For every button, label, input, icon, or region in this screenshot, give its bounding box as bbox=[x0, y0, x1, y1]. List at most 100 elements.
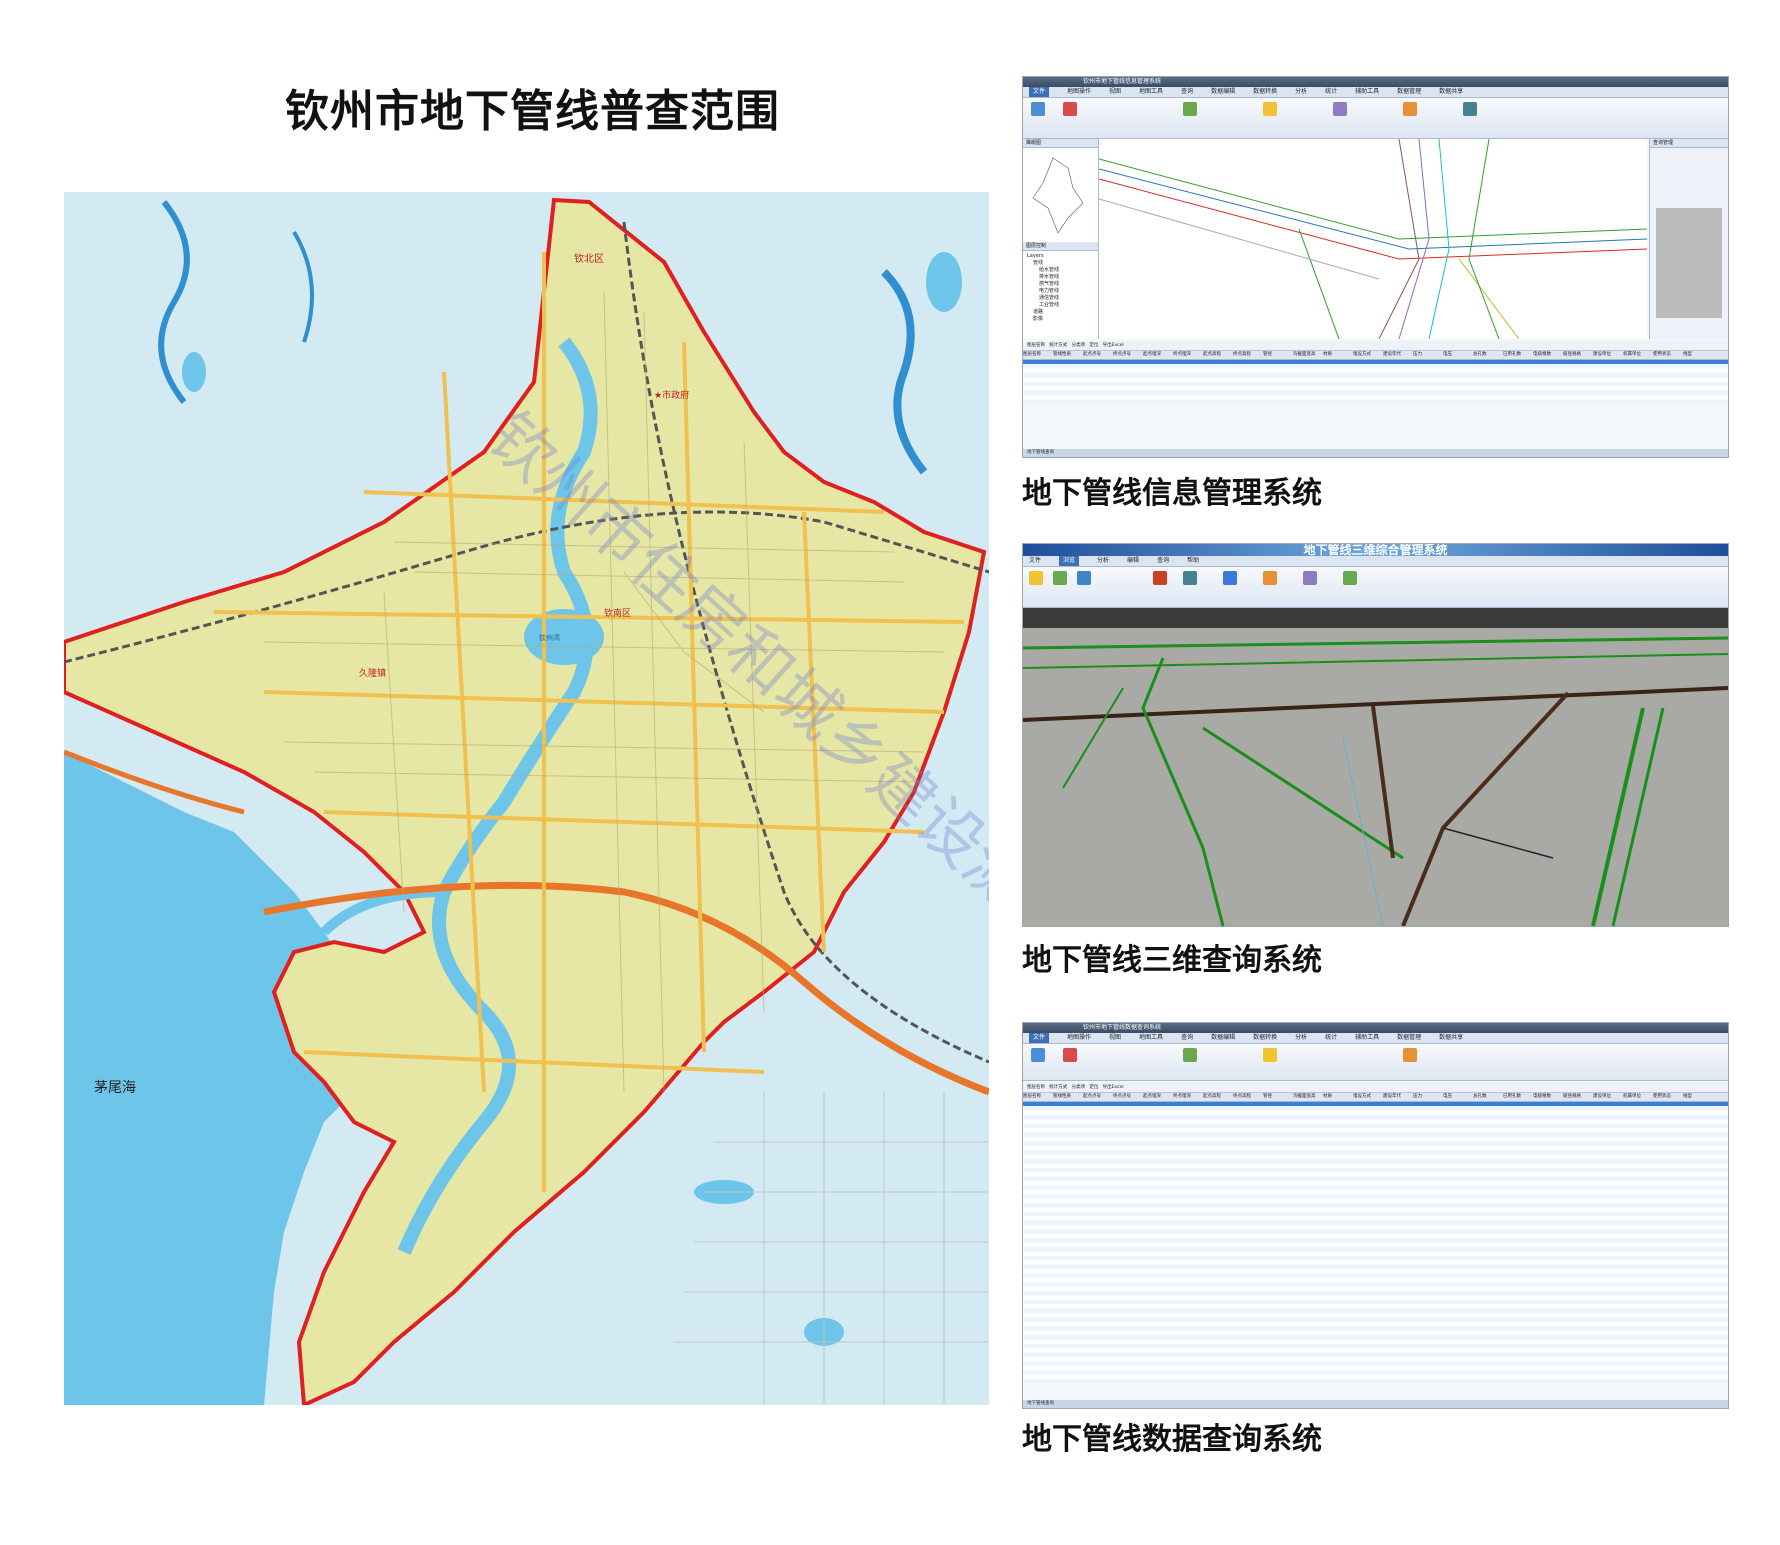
grid-col-19[interactable]: 建设单位 bbox=[1593, 351, 1623, 359]
tab-data-mgmt[interactable]: 数据管理 bbox=[1397, 1033, 1421, 1043]
table-row[interactable] bbox=[1023, 1357, 1728, 1362]
table-row[interactable] bbox=[1023, 382, 1728, 386]
table-row[interactable] bbox=[1023, 1260, 1728, 1265]
tab-analysis[interactable]: 分析 bbox=[1295, 1033, 1307, 1043]
layer-tree[interactable]: Layers 管线 给水管线 排水管线 燃气管线 电力管线 通信管线 工业管线 … bbox=[1023, 251, 1098, 325]
table-row[interactable] bbox=[1023, 1308, 1728, 1313]
table-row[interactable] bbox=[1023, 1163, 1728, 1168]
tab-edit[interactable]: 编辑 bbox=[1127, 556, 1139, 566]
tab-help[interactable]: 帮助 bbox=[1187, 556, 1199, 566]
tab-analysis[interactable]: 分析 bbox=[1295, 87, 1307, 97]
tab-query[interactable]: 查询 bbox=[1157, 556, 1169, 566]
table-row[interactable] bbox=[1023, 1119, 1728, 1124]
tab-view[interactable]: 视图 bbox=[1109, 87, 1121, 97]
query-icon[interactable] bbox=[1183, 102, 1197, 116]
table-row[interactable] bbox=[1023, 1361, 1728, 1366]
table-row[interactable] bbox=[1023, 1190, 1728, 1194]
table-row[interactable] bbox=[1023, 1207, 1728, 1212]
layer-root[interactable]: Layers bbox=[1027, 253, 1094, 260]
grid-col-5[interactable]: 终点埋深 bbox=[1173, 1093, 1203, 1101]
clear-icon[interactable] bbox=[1063, 102, 1077, 116]
grid-col-21[interactable]: 使用状态 bbox=[1653, 351, 1683, 359]
range-icon[interactable] bbox=[1031, 102, 1045, 116]
range-icon[interactable] bbox=[1031, 1048, 1045, 1062]
section-icon[interactable] bbox=[1303, 571, 1317, 585]
table-row[interactable] bbox=[1023, 1247, 1728, 1252]
table-row[interactable] bbox=[1023, 1256, 1728, 1260]
table-row[interactable] bbox=[1023, 1225, 1728, 1230]
table-row[interactable] bbox=[1023, 1313, 1728, 1318]
table-row[interactable] bbox=[1023, 1251, 1728, 1256]
table-row[interactable] bbox=[1023, 373, 1728, 378]
table-row[interactable] bbox=[1023, 364, 1728, 369]
stat-icon[interactable] bbox=[1403, 102, 1417, 116]
table-row[interactable] bbox=[1023, 1264, 1728, 1269]
grid-col-2[interactable]: 起点点号 bbox=[1083, 351, 1113, 359]
table-row[interactable] bbox=[1023, 1168, 1728, 1172]
terrain-icon[interactable] bbox=[1183, 571, 1197, 585]
grid-col-6[interactable]: 起点高程 bbox=[1203, 351, 1233, 359]
tab-stats[interactable]: 统计 bbox=[1325, 1033, 1337, 1043]
tab-analysis[interactable]: 分析 bbox=[1097, 556, 1109, 566]
tab-map-tools[interactable]: 地图工具 bbox=[1139, 87, 1163, 97]
tab-aux[interactable]: 辅助工具 bbox=[1355, 87, 1379, 97]
table-row[interactable] bbox=[1023, 1137, 1728, 1142]
table-row[interactable] bbox=[1023, 1242, 1728, 1247]
overview-map[interactable] bbox=[1023, 148, 1098, 238]
table-row[interactable] bbox=[1023, 1278, 1728, 1282]
tab-stats[interactable]: 统计 bbox=[1325, 87, 1337, 97]
grid-col-14[interactable]: 电压 bbox=[1443, 1093, 1473, 1101]
tab-map-tools[interactable]: 地图工具 bbox=[1139, 1033, 1163, 1043]
table-row[interactable] bbox=[1023, 1146, 1728, 1150]
screenshot-info-system[interactable]: 钦州市地下管线信息管理系统 文件 地图操作 视图 地图工具 查询 数据编辑 数据… bbox=[1022, 76, 1729, 458]
table-row[interactable] bbox=[1023, 1322, 1728, 1326]
table-row[interactable] bbox=[1023, 390, 1728, 395]
result-grid[interactable] bbox=[1023, 1102, 1728, 1394]
summary-icon[interactable] bbox=[1463, 102, 1477, 116]
grid-col-11[interactable]: 埋设方式 bbox=[1353, 351, 1383, 359]
table-row[interactable] bbox=[1023, 1269, 1728, 1274]
layer-roads[interactable]: 道路 bbox=[1027, 309, 1094, 316]
render-icon[interactable] bbox=[1153, 571, 1167, 585]
table-row[interactable] bbox=[1023, 1326, 1728, 1331]
grid-col-0[interactable]: 图层名称 bbox=[1023, 351, 1053, 359]
screenshot-3d-system[interactable]: 地下管线三维综合管理系统 文件 浏览 分析 编辑 查询 帮助 bbox=[1022, 543, 1729, 927]
table-row[interactable] bbox=[1023, 1348, 1728, 1353]
grid-col-14[interactable]: 电压 bbox=[1443, 351, 1473, 359]
clear-icon[interactable] bbox=[1063, 1048, 1077, 1062]
tab-convert[interactable]: 数据转换 bbox=[1253, 87, 1277, 97]
tab-file[interactable]: 文件 bbox=[1029, 87, 1050, 97]
table-row[interactable] bbox=[1023, 1286, 1728, 1291]
tab-map-op[interactable]: 地图操作 bbox=[1067, 1033, 1091, 1043]
table-row[interactable] bbox=[1023, 1291, 1728, 1296]
grid-col-18[interactable]: 缆径规格 bbox=[1563, 1093, 1593, 1101]
tab-query[interactable]: 查询 bbox=[1181, 1033, 1193, 1043]
table-row[interactable] bbox=[1023, 1374, 1728, 1379]
grid-col-11[interactable]: 埋设方式 bbox=[1353, 1093, 1383, 1101]
locate-icon[interactable] bbox=[1077, 571, 1091, 585]
grid-col-7[interactable]: 终点高程 bbox=[1233, 351, 1263, 359]
layer-power[interactable]: 电力管线 bbox=[1027, 288, 1094, 295]
table-row[interactable] bbox=[1023, 1132, 1728, 1137]
table-row[interactable] bbox=[1023, 1300, 1728, 1304]
grid-col-21[interactable]: 使用状态 bbox=[1653, 1093, 1683, 1101]
map-view-2d[interactable] bbox=[1098, 138, 1648, 340]
table-row[interactable] bbox=[1023, 1234, 1728, 1238]
tab-file[interactable]: 文件 bbox=[1029, 556, 1041, 566]
layer-gas[interactable]: 燃气管线 bbox=[1027, 281, 1094, 288]
grid-col-17[interactable]: 电缆根数 bbox=[1533, 351, 1563, 359]
tab-edit[interactable]: 数据编辑 bbox=[1211, 87, 1235, 97]
tab-edit[interactable]: 数据编辑 bbox=[1211, 1033, 1235, 1043]
grid-col-5[interactable]: 终点埋深 bbox=[1173, 351, 1203, 359]
layer-water[interactable]: 给水管线 bbox=[1027, 267, 1094, 274]
table-row[interactable] bbox=[1023, 1141, 1728, 1146]
grid-col-22[interactable]: 线型 bbox=[1683, 1093, 1713, 1101]
table-row[interactable] bbox=[1023, 1370, 1728, 1375]
screenshot-icon[interactable] bbox=[1223, 571, 1237, 585]
grid-col-10[interactable]: 材质 bbox=[1323, 351, 1353, 359]
grid-col-8[interactable]: 管径 bbox=[1263, 351, 1293, 359]
table-row[interactable] bbox=[1023, 1124, 1728, 1128]
grid-col-13[interactable]: 压力 bbox=[1413, 1093, 1443, 1101]
table-row[interactable] bbox=[1023, 1194, 1728, 1199]
grid-col-18[interactable]: 缆径规格 bbox=[1563, 351, 1593, 359]
